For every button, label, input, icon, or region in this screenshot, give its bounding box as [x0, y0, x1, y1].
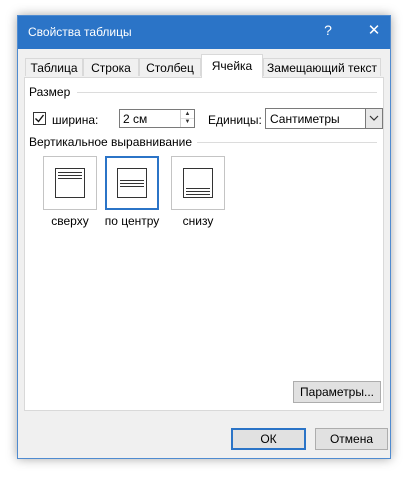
valign-group-divider: [197, 142, 377, 143]
tab-alt-text[interactable]: Замещающий текст: [263, 58, 381, 76]
cell-tab-panel: Размер ширина: 2 см ▲ ▼ Единицы: Сантиме…: [24, 77, 384, 411]
width-input[interactable]: 2 см: [123, 112, 147, 126]
valign-group-title: Вертикальное выравнивание: [29, 135, 193, 149]
valign-center-button[interactable]: [105, 156, 159, 210]
dropdown-button[interactable]: [365, 109, 382, 128]
valign-bottom-button[interactable]: [171, 156, 225, 210]
table-properties-dialog: Свойства таблицы ? ✕ Таблица Строка Стол…: [17, 15, 391, 459]
size-group-divider: [77, 92, 377, 93]
width-label: ширина:: [52, 113, 99, 127]
help-button[interactable]: ?: [318, 22, 338, 38]
units-label: Единицы:: [208, 113, 262, 127]
size-group-title: Размер: [29, 85, 71, 99]
cancel-button[interactable]: Отмена: [315, 428, 388, 450]
units-select[interactable]: Сантиметры: [265, 108, 383, 129]
tab-cell[interactable]: Ячейка: [201, 54, 263, 78]
tab-row[interactable]: Строка: [83, 58, 139, 76]
tab-column[interactable]: Столбец: [139, 58, 201, 76]
dialog-title: Свойства таблицы: [28, 25, 132, 39]
tab-table[interactable]: Таблица: [25, 58, 83, 76]
align-bottom-icon: [183, 168, 213, 198]
close-button[interactable]: ✕: [364, 21, 384, 39]
valign-top-button[interactable]: [43, 156, 97, 210]
spinner-buttons: ▲ ▼: [180, 110, 194, 127]
ok-button[interactable]: ОК: [231, 428, 306, 450]
width-spinner[interactable]: 2 см ▲ ▼: [119, 109, 195, 128]
width-checkbox[interactable]: [33, 112, 46, 125]
valign-top-label: сверху: [51, 214, 89, 228]
align-center-icon: [117, 168, 147, 198]
chevron-down-icon: [369, 115, 379, 121]
checkmark-icon: [35, 114, 45, 123]
units-value: Сантиметры: [270, 112, 340, 126]
title-bar: Свойства таблицы ? ✕: [18, 16, 390, 49]
spin-down-icon[interactable]: ▼: [181, 118, 194, 126]
valign-bottom-label: снизу: [182, 214, 214, 228]
parameters-button[interactable]: Параметры...: [293, 381, 381, 403]
valign-center-label: по центру: [104, 214, 160, 228]
align-top-icon: [55, 168, 85, 198]
